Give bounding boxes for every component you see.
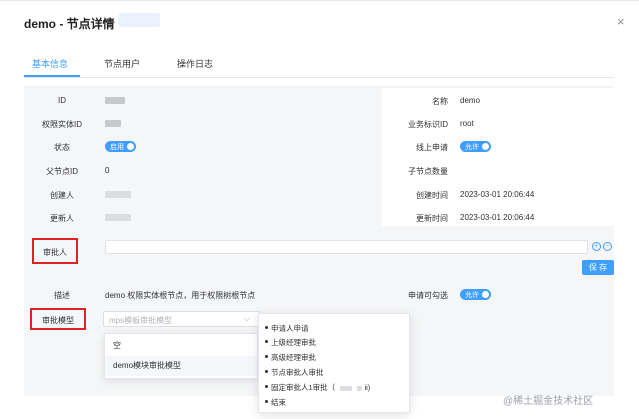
online-apply-label: 线上申请 [416, 143, 448, 152]
entity-id-label: 权限实体ID [42, 120, 82, 129]
flow-step-fixed-approver: 固定审批人1审批（ ii) [264, 382, 371, 393]
flow-step: 节点审批人审批 [265, 368, 324, 377]
apply-selectable-switch-text: 允许 [465, 291, 479, 299]
id-label: ID [58, 96, 66, 105]
approval-model-label: 审批模型 [42, 316, 74, 325]
tab-operation-log[interactable]: 操作日志 [177, 57, 213, 70]
status-switch[interactable]: 启用 [105, 141, 136, 152]
flow-step: 高级经理审批 [265, 353, 316, 362]
flow-step: 上级经理审批 [265, 338, 316, 347]
flow-step-tail: ii) [364, 383, 371, 392]
tab-basic-info[interactable]: 基本信息 [32, 57, 68, 70]
apply-selectable-label: 申请可勾选 [408, 291, 448, 300]
dialog-title: demo - 节点详情 [24, 17, 115, 31]
parent-id-value: 0 [105, 166, 110, 175]
title-badge [118, 13, 160, 27]
approval-flow-popover: 申请人申请 上级经理审批 高级经理审批 节点审批人审批 固定审批人1审批（ ii… [258, 313, 410, 413]
remove-approver-icon[interactable]: − [603, 242, 612, 251]
updater-label: 更新人 [50, 214, 74, 223]
creator-label: 创建人 [50, 191, 74, 200]
updater-value-redacted [105, 213, 131, 222]
chevron-down-icon: ⌵ [244, 314, 251, 323]
switch-knob-icon [482, 291, 489, 298]
created-time-label: 创建时间 [416, 191, 448, 200]
approval-model-dropdown: 空 demo模块审批模型 [104, 333, 258, 379]
name-value: demo [460, 96, 481, 105]
creator-value-redacted [105, 190, 131, 199]
parent-id-label: 父节点ID [46, 167, 78, 176]
redacted-name [357, 385, 363, 391]
save-button[interactable]: 保 存 [582, 260, 614, 275]
online-apply-switch-text: 允许 [465, 143, 479, 151]
approver-input[interactable] [105, 240, 588, 254]
id-value-redacted [105, 96, 125, 105]
status-label: 状态 [54, 143, 70, 152]
desc-value: demo 权限实体根节点，用于权限树根节点 [105, 291, 256, 300]
apply-selectable-switch[interactable]: 允许 [460, 289, 491, 300]
biz-id-label: 业务标识ID [408, 120, 448, 129]
entity-id-value-redacted [105, 119, 121, 128]
tab-bar: 基本信息 节点用户 操作日志 [24, 50, 614, 78]
biz-id-value: root [460, 119, 474, 128]
flow-step-text: 固定审批人1审批（ [271, 383, 336, 392]
right-column-background [382, 88, 614, 226]
dropdown-option-demo-model[interactable]: demo模块审批模型 [105, 356, 257, 376]
updated-time-label: 更新时间 [416, 214, 448, 223]
child-count-label: 子节点数量 [408, 167, 448, 176]
flow-step: 结束 [265, 398, 286, 407]
dialog-header: demo - 节点详情 × [0, 0, 639, 46]
approver-label: 审批人 [43, 248, 67, 257]
flow-step: 申请人申请 [265, 324, 309, 333]
watermark: @稀土掘金技术社区 [503, 396, 594, 407]
active-tab-indicator [24, 75, 80, 77]
status-switch-text: 启用 [110, 143, 124, 151]
approval-model-select[interactable]: mps模板审批模型 ⌵ [103, 311, 260, 327]
online-apply-switch[interactable]: 允许 [460, 141, 491, 152]
desc-label: 描述 [54, 291, 70, 300]
dropdown-option-empty[interactable]: 空 [105, 336, 257, 356]
redacted-name [340, 385, 353, 391]
switch-knob-icon [482, 143, 489, 150]
approval-model-placeholder: mps模板审批模型 [109, 316, 173, 325]
created-time-value: 2023-03-01 20:06:44 [460, 190, 535, 199]
tab-node-users[interactable]: 节点用户 [104, 57, 140, 70]
close-icon[interactable]: × [617, 14, 625, 29]
updated-time-value: 2023-03-01 20:06:44 [460, 213, 535, 222]
name-label: 名称 [432, 97, 448, 106]
add-approver-icon[interactable]: + [592, 242, 601, 251]
switch-knob-icon [127, 143, 134, 150]
